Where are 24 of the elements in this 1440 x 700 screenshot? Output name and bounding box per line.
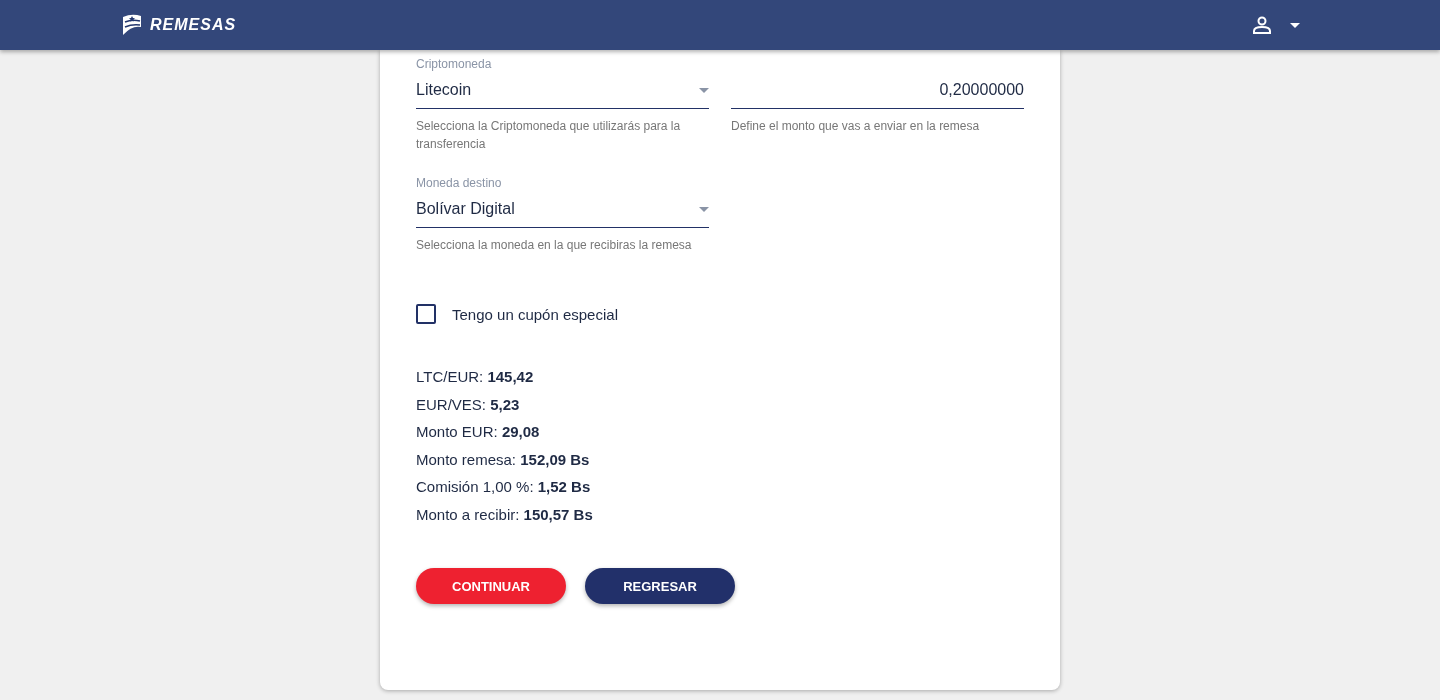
helper-text: Define el monto que vas a enviar en la remesa (731, 118, 981, 135)
caret-icon[interactable] (1290, 22, 1300, 28)
select-field[interactable]: Bolívar Digital (416, 191, 709, 228)
summary-line: Comisión 1,00 %: 1,52 Bs (416, 478, 592, 497)
amount-field[interactable]: 0,20000000 (731, 72, 1024, 109)
user-icon[interactable] (1252, 16, 1272, 34)
helper-text: Selecciona la Criptomoneda que utilizarás para la transferencia (416, 118, 682, 153)
brand-name: REMESAS (150, 16, 237, 34)
back-button[interactable]: REGRESAR (585, 568, 735, 604)
summary-line: Monto a recibir: 150,57 Bs (416, 505, 594, 524)
summary-line: Monto remesa: 152,09 Bs (416, 450, 591, 469)
field-label: Moneda destino (416, 175, 503, 191)
coupon-checkbox[interactable] (416, 304, 436, 324)
summary-line: Monto EUR: 29,08 (416, 423, 541, 442)
helper-text: Selecciona la moneda en la que recibiras la remesa (416, 237, 693, 254)
summary-line: EUR/VES: 5,23 (416, 395, 521, 414)
logo-icon (120, 13, 144, 37)
caret-icon (699, 206, 709, 212)
caret-icon (699, 87, 709, 93)
checkbox-label: Tengo un cupón especial (452, 305, 618, 323)
field-label: Criptomoneda (416, 56, 493, 72)
select-field[interactable]: Litecoin (416, 72, 709, 109)
summary-line: LTC/EUR: 145,42 (416, 368, 535, 387)
continue-button[interactable]: CONTINUAR (416, 568, 566, 604)
